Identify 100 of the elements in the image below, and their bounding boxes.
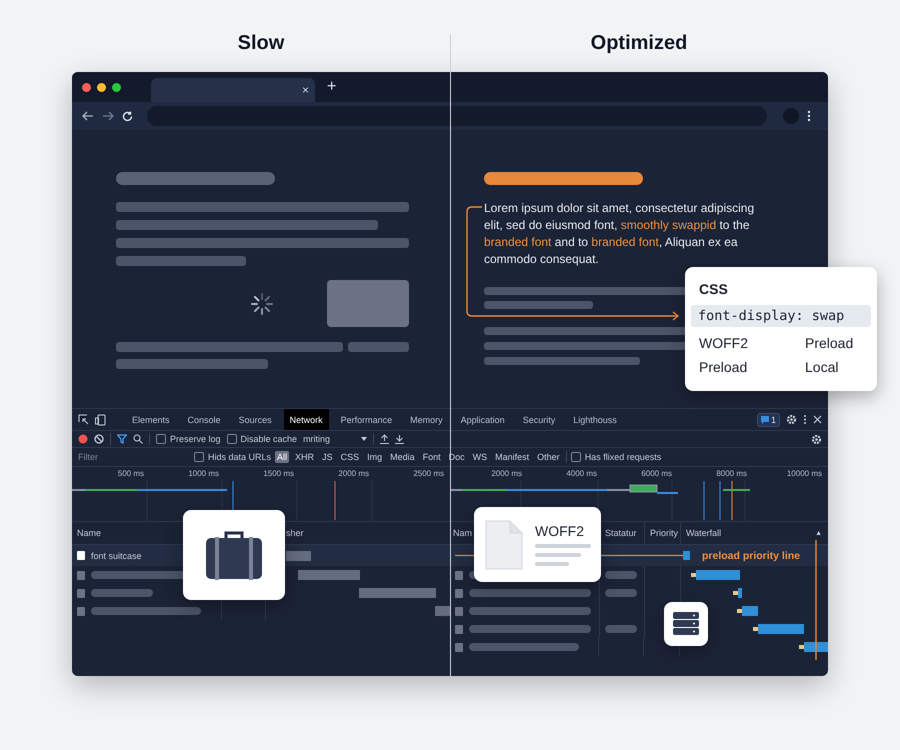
text-placeholder-bar [535,544,591,548]
disable-cache-label: Disable cache [240,434,298,444]
window-close-button[interactable] [82,82,91,92]
filter-input[interactable]: Filter [78,452,190,462]
filter-icon[interactable] [117,434,127,444]
column-header[interactable]: Nam [453,528,472,538]
column-header[interactable]: Waterfall [686,528,722,538]
status-placeholder-bar [605,571,637,579]
waterfall-bar [286,550,311,560]
suitcase-icon [205,530,263,580]
devtools-tab[interactable]: Network [284,409,329,430]
waterfall-bar [738,588,742,598]
feature-label: Preload [805,335,854,351]
checkbox[interactable] [156,434,166,444]
time-tick-label: 1500 ms [262,468,295,480]
more-options-icon[interactable] [803,414,807,425]
type-filter[interactable]: Media [388,451,417,463]
throttling-dropdown[interactable]: mriting [303,434,356,444]
column-header[interactable]: Priority [650,528,678,538]
file-format-label: WOFF2 [535,523,585,539]
devtools-tab[interactable]: Memory [404,409,449,430]
time-tick-label: 2000 ms [490,468,523,480]
type-filter[interactable]: XHR [293,451,316,463]
status-placeholder-bar [605,589,637,597]
time-tick-label: 10000 ms [786,468,823,480]
device-toolbar-icon[interactable] [95,414,106,426]
file-icon [77,551,85,560]
preserve-log-label: Preserve log [170,434,221,444]
new-tab-button[interactable]: + [327,78,336,96]
server-icon [673,612,699,636]
time-tick-label: 6000 ms [640,468,673,480]
column-header[interactable]: sher [286,528,304,538]
time-tick-label: 8000 ms [715,468,748,480]
type-filter[interactable]: Img [365,451,384,463]
inspect-element-icon[interactable] [78,414,89,425]
document-icon [484,518,523,570]
search-icon[interactable] [133,434,143,444]
devtools-tab[interactable]: Sources [232,409,278,430]
browser-tab[interactable]: × [151,78,315,102]
type-filter[interactable]: JS [320,451,335,463]
body-paragraph: Lorem ipsum dolor sit amet, consectetur adipiscing elit, sed do eiusmod font, smoothly swappid to the branded font and to branded font, Aliquan ex ea commodo consequat. [484,200,756,268]
time-tick-label: 4000 ms [565,468,598,480]
issues-badge[interactable]: 1 [756,412,780,426]
checkbox[interactable] [226,434,237,444]
devtools-tab[interactable]: Application [454,409,511,430]
upload-icon[interactable] [380,434,390,444]
feature-label: Preload [699,359,748,375]
code-snippet: font-display: swap [691,305,871,327]
type-filter[interactable]: Other [535,451,562,463]
text-placeholder-bar [535,553,581,557]
download-icon[interactable] [395,434,404,444]
waterfall-bar [742,606,758,616]
status-placeholder-bar [605,625,637,633]
devtools-tab[interactable]: Performance [334,409,398,430]
devtools-tab[interactable]: Elements [126,409,176,430]
hide-data-urls-label: Hids data URLs [208,452,272,462]
column-heading: Optimized [590,32,688,54]
devtools-tab[interactable]: Console [182,409,227,430]
has-blocked-requests-label: Has flixed requests [584,452,662,462]
reload-icon[interactable] [122,110,133,122]
close-icon[interactable] [813,415,822,424]
type-filter[interactable]: Manifest [493,451,532,463]
window-maximize-button[interactable] [112,82,121,92]
caret-icon[interactable] [361,436,368,442]
waterfall-bar [804,642,828,652]
time-tick-label: 2000 ms [337,468,370,480]
annotation-label: preload priority line [702,550,800,562]
text-placeholder-bar [348,342,409,352]
popup-title: CSS [698,281,729,297]
waterfall-bar [298,570,360,580]
more-options-icon[interactable] [807,110,811,122]
feature-label: WOFF2 [699,335,749,351]
record-button[interactable] [78,434,88,444]
back-arrow-icon[interactable] [82,111,94,121]
waterfall-bar [696,570,740,580]
type-filter[interactable]: Font [420,451,443,463]
feature-label: Local [805,359,840,375]
settings-icon[interactable] [811,434,822,444]
settings-icon[interactable] [786,414,797,425]
time-tick-label: 500 ms [116,468,145,480]
text-placeholder-bar [91,589,153,597]
column-header[interactable]: Name [77,528,102,538]
waterfall-bar [435,606,450,616]
tab-close-button[interactable]: × [302,83,309,97]
devtools-tab[interactable]: Lighthouss [567,409,623,430]
loading-spinner-icon [249,290,275,316]
type-filter[interactable]: CSS [338,451,362,463]
column-heading: Slow [238,32,284,54]
text-placeholder-bar [535,562,569,566]
time-tick-label: 1000 ms [187,468,220,480]
type-filter[interactable]: WS [470,451,490,463]
clear-icon[interactable] [94,434,104,444]
checkbox[interactable] [194,452,204,462]
devtools-tab[interactable]: Security [516,409,562,430]
checkbox[interactable] [570,452,581,462]
window-minimize-button[interactable] [97,82,106,92]
forward-arrow-icon[interactable] [102,111,114,121]
column-header[interactable]: Statatur [605,528,637,538]
type-filter[interactable]: All [275,451,290,463]
time-tick-label: 2500 ms [412,468,445,480]
